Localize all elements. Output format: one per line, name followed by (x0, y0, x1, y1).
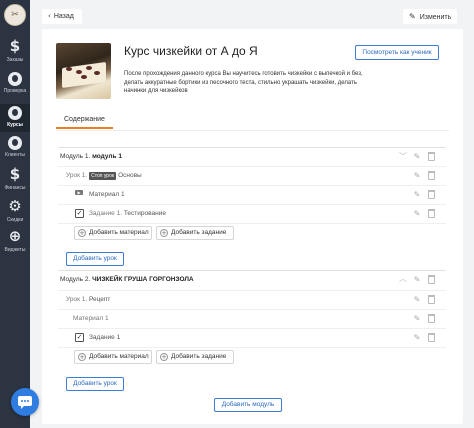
dollar-icon: $ (9, 37, 21, 55)
lesson-title: Урок 1. Рецепт (66, 296, 111, 303)
plus-icon: + (160, 353, 168, 361)
course-title: Курс чизкейки от А до Я (124, 44, 258, 58)
add-module-button[interactable]: Добавить модуль (214, 398, 282, 412)
sidebar-item-label: Курсы (7, 122, 23, 128)
clients-icon (8, 136, 22, 150)
material-row[interactable]: Материал 1 ✎ (58, 309, 446, 327)
divider (56, 130, 449, 131)
trash-icon[interactable] (428, 171, 435, 180)
sidebar-item-label: Клиенты (4, 152, 26, 158)
pencil-icon[interactable]: ✎ (412, 208, 422, 219)
tabs: Содержание (56, 112, 113, 129)
trash-icon[interactable] (428, 209, 435, 218)
chevron-up-icon[interactable]: ︿ (398, 273, 408, 284)
trash-icon[interactable] (428, 314, 435, 323)
check-user-icon (8, 72, 22, 86)
add-material-button[interactable]: + Добавить материал (74, 350, 152, 364)
task-checkbox-icon: ✓ (75, 333, 84, 342)
course-card: Курс чизкейки от А до Я Посмотреть как у… (42, 29, 463, 424)
plus-icon: + (78, 229, 86, 237)
trash-icon[interactable] (428, 295, 435, 304)
trash-icon[interactable] (428, 275, 435, 284)
plus-icon: + (160, 229, 168, 237)
add-actions-row: + Добавить материал + Добавить задание (58, 347, 446, 367)
trash-icon[interactable] (428, 333, 435, 342)
module-title: Модуль 2. ЧИЗКЕЙК ГРУША ГОРГОНЗОЛА (60, 276, 194, 283)
chat-dots (21, 400, 23, 402)
plus-icon: + (78, 353, 86, 361)
course-image (56, 43, 111, 99)
courses-icon (8, 106, 22, 120)
trash-icon[interactable] (428, 190, 435, 199)
back-button[interactable]: ‹ Назад (42, 9, 82, 24)
add-lesson-button[interactable]: Добавить урок (66, 252, 124, 266)
pencil-icon[interactable]: ✎ (412, 151, 422, 162)
task-row[interactable]: ✓ Задание 1 ✎ (58, 328, 446, 346)
sidebar-item-review[interactable]: Проверка (0, 72, 30, 104)
task-checkbox-icon: ✓ (75, 209, 84, 218)
module-2: Модуль 2. ЧИЗКЕЙК ГРУША ГОРГОНЗОЛА ︿ ✎ У… (58, 270, 446, 392)
lesson-row[interactable]: Урок 1. Стоп урок Основы ✎ (58, 166, 446, 184)
course-description: После прохождения данного курса Вы научи… (124, 71, 363, 94)
module-header[interactable]: Модуль 2. ЧИЗКЕЙК ГРУША ГОРГОНЗОЛА ︿ ✎ (58, 271, 446, 289)
pencil-icon[interactable]: ✎ (412, 189, 422, 200)
sidebar-item-finance[interactable]: $ Финансы (0, 166, 30, 198)
pencil-icon: ✎ (409, 12, 416, 21)
logo[interactable]: ✂ (4, 4, 26, 26)
sidebar-item-discounts[interactable]: ⚙ Скидки (0, 198, 30, 230)
module-title: Модуль 1. модуль 1 (60, 153, 122, 160)
sidebar-item-orders[interactable]: $ Заказы (0, 38, 30, 70)
add-task-button[interactable]: + Добавить задание (156, 226, 234, 240)
stop-lesson-badge: Стоп урок (89, 172, 117, 180)
pencil-icon[interactable]: ✎ (412, 170, 422, 181)
add-task-button[interactable]: + Добавить задание (156, 350, 234, 364)
chat-button[interactable] (11, 388, 39, 416)
task-title: Задание 1. Тестирование (89, 210, 166, 217)
sidebar-item-label: Проверка (3, 88, 27, 94)
sidebar-item-label: Заказы (6, 57, 24, 63)
back-label: Назад (53, 13, 74, 20)
lesson-title: Урок 1. Стоп урок Основы (66, 172, 142, 180)
module-header[interactable]: Модуль 1. модуль 1 ﹀ ✎ (58, 148, 446, 166)
edit-label: Изменить (419, 14, 452, 21)
widgets-icon: ⊕ (8, 227, 22, 245)
discount-icon: ⚙ (8, 197, 22, 215)
sidebar-item-widgets[interactable]: ⊕ Виджеты (0, 228, 30, 260)
material-title: Материал 1 (89, 191, 125, 198)
sidebar: ✂ $ Заказы Проверка Курсы Клиенты $ Фина… (0, 0, 30, 428)
chevron-down-icon[interactable]: ﹀ (398, 151, 408, 162)
edit-button[interactable]: ✎ Изменить (403, 9, 457, 24)
trash-icon[interactable] (428, 152, 435, 161)
sidebar-item-label: Скидки (6, 217, 24, 223)
task-row[interactable]: ✓ Задание 1. Тестирование ✎ (58, 204, 446, 222)
chevron-left-icon: ‹ (48, 12, 51, 20)
module-1: Модуль 1. модуль 1 ﹀ ✎ Урок 1. Стоп урок О… (58, 147, 446, 267)
task-title: Задание 1 (89, 334, 121, 341)
dollar-icon: $ (9, 165, 21, 183)
material-row[interactable]: ▶ Материал 1 ✎ (58, 185, 446, 203)
pencil-icon[interactable]: ✎ (412, 313, 422, 324)
add-material-button[interactable]: + Добавить материал (74, 226, 152, 240)
sidebar-item-label: Виджеты (4, 247, 26, 253)
tab-content[interactable]: Содержание (56, 112, 113, 129)
pencil-icon[interactable]: ✎ (412, 294, 422, 305)
add-lesson-button[interactable]: Добавить урок (66, 377, 124, 391)
pencil-icon[interactable]: ✎ (412, 332, 422, 343)
material-title: Материал 1 (73, 315, 109, 322)
sidebar-item-label: Финансы (4, 185, 26, 191)
preview-as-student-button[interactable]: Посмотреть как ученик (355, 45, 439, 60)
lesson-row[interactable]: Урок 1. Рецепт ✎ (58, 290, 446, 308)
youtube-icon: ▶ (75, 190, 83, 200)
add-actions-row: + Добавить материал + Добавить задание (58, 223, 446, 243)
pencil-icon[interactable]: ✎ (412, 274, 422, 285)
sidebar-item-clients[interactable]: Клиенты (0, 136, 30, 168)
sidebar-item-courses[interactable]: Курсы (0, 104, 30, 132)
